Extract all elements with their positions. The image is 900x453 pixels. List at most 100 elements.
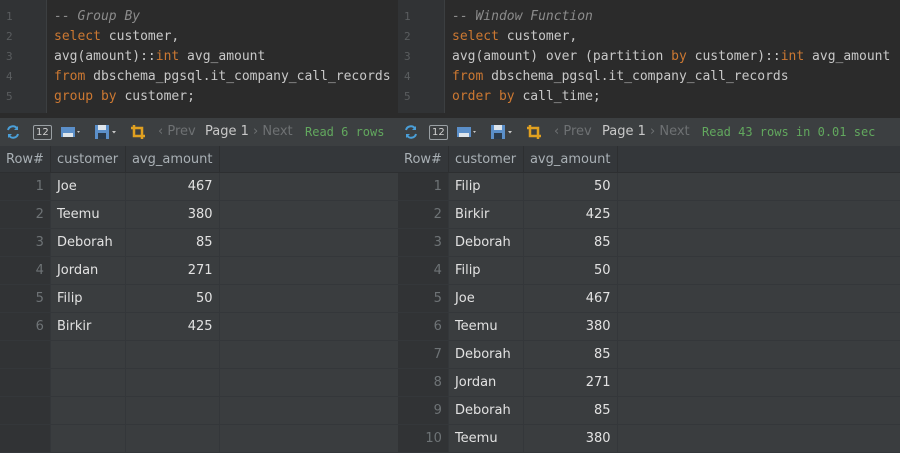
- page-indicator: Page 1: [205, 124, 249, 139]
- table-row[interactable]: 4 Jordan 271: [0, 256, 398, 285]
- code-text: select customer,: [54, 27, 179, 47]
- header-filler: [219, 146, 398, 173]
- table-row[interactable]: 5 Joe 467: [398, 284, 900, 313]
- result-grid[interactable]: Row# customer avg_amount 1 Filip 50 2 Birkir 42…: [398, 146, 900, 453]
- table-row[interactable]: 2 Teemu 380: [0, 200, 398, 229]
- rows-count-label: 12: [429, 125, 448, 140]
- table-row[interactable]: 5 Filip 50: [0, 284, 398, 313]
- avg-amount-cell[interactable]: 271: [125, 256, 220, 285]
- sql-editor[interactable]: 1 -- Window Function 2 select customer, 3 avg…: [398, 0, 900, 113]
- empty-cell: [0, 424, 51, 453]
- avg-amount-cell[interactable]: 85: [523, 396, 618, 425]
- refresh-icon[interactable]: [5, 118, 21, 146]
- empty-cell: [50, 424, 126, 453]
- sql-editor[interactable]: 1 -- Group By 2 select customer, 3 avg(amount…: [0, 0, 398, 113]
- prev-button[interactable]: ‹ Prev: [554, 118, 592, 146]
- line-number: 2: [6, 30, 13, 43]
- table-row[interactable]: 8 Jordan 271: [398, 368, 900, 397]
- next-button[interactable]: › Next: [253, 118, 293, 146]
- column-header-row-[interactable]: Row#: [398, 146, 449, 173]
- sql-token: call_time;: [514, 89, 601, 104]
- table-row[interactable]: 4 Filip 50: [398, 256, 900, 285]
- avg-amount-cell[interactable]: 425: [523, 200, 618, 229]
- customer-cell[interactable]: Joe: [50, 172, 126, 201]
- customer-cell[interactable]: Deborah: [50, 228, 126, 257]
- column-header-avg-amount[interactable]: avg_amount: [523, 146, 618, 173]
- prev-label: Prev: [563, 124, 592, 139]
- result-grid[interactable]: Row# customer avg_amount 1 Joe 467 2 Teemu 380 3…: [0, 146, 398, 453]
- customer-cell[interactable]: Deborah: [448, 396, 524, 425]
- customer-cell[interactable]: Teemu: [448, 424, 524, 453]
- refresh-icon[interactable]: [403, 118, 419, 146]
- crop-icon[interactable]: [130, 118, 148, 146]
- table-row[interactable]: 10 Teemu 380: [398, 424, 900, 453]
- avg-amount-cell[interactable]: 380: [523, 424, 618, 453]
- row-number: 1: [0, 172, 51, 201]
- table-row[interactable]: 3 Deborah 85: [0, 228, 398, 257]
- avg-amount-cell[interactable]: 50: [125, 284, 220, 313]
- sql-token: dbschema_pgsql.it_company_call_records: [85, 69, 391, 84]
- code-line: 2 select customer,: [398, 27, 900, 47]
- row-number: 9: [398, 396, 449, 425]
- avg-amount-cell[interactable]: 271: [523, 368, 618, 397]
- row-number: 3: [398, 228, 449, 257]
- avg-amount-cell[interactable]: 85: [523, 228, 618, 257]
- customer-cell[interactable]: Jordan: [448, 368, 524, 397]
- avg-amount-cell[interactable]: 467: [125, 172, 220, 201]
- table-row[interactable]: 3 Deborah 85: [398, 228, 900, 257]
- result-toolbar: 12 ‹ Prev Page 1 › Next Read 43 rows in …: [398, 117, 900, 147]
- customer-cell[interactable]: Deborah: [448, 228, 524, 257]
- sql-token: dbschema_pgsql.it_company_call_records: [483, 69, 789, 84]
- next-button[interactable]: › Next: [650, 118, 690, 146]
- avg-amount-cell[interactable]: 50: [523, 256, 618, 285]
- column-header-customer[interactable]: customer: [50, 146, 126, 173]
- table-row[interactable]: 6 Birkir 425: [0, 312, 398, 341]
- table-row[interactable]: 9 Deborah 85: [398, 396, 900, 425]
- avg-amount-cell[interactable]: 85: [125, 228, 220, 257]
- customer-cell[interactable]: Teemu: [50, 200, 126, 229]
- row-filler: [219, 312, 398, 341]
- code-line: 1 -- Window Function: [398, 7, 900, 27]
- column-header-customer[interactable]: customer: [448, 146, 524, 173]
- rows-count-selector[interactable]: 12: [33, 118, 52, 146]
- customer-cell[interactable]: Teemu: [448, 312, 524, 341]
- avg-amount-cell[interactable]: 467: [523, 284, 618, 313]
- rows-count-selector[interactable]: 12: [429, 118, 448, 146]
- crop-icon[interactable]: [526, 118, 544, 146]
- customer-cell[interactable]: Jordan: [50, 256, 126, 285]
- customer-cell[interactable]: Birkir: [448, 200, 524, 229]
- line-number: 4: [6, 70, 13, 83]
- avg-amount-cell[interactable]: 85: [523, 340, 618, 369]
- table-row[interactable]: 6 Teemu 380: [398, 312, 900, 341]
- column-header-avg-amount[interactable]: avg_amount: [125, 146, 220, 173]
- customer-cell[interactable]: Filip: [448, 256, 524, 285]
- row-number: 6: [0, 312, 51, 341]
- export-icon[interactable]: [60, 118, 82, 146]
- table-row[interactable]: 2 Birkir 425: [398, 200, 900, 229]
- customer-cell[interactable]: Filip: [448, 172, 524, 201]
- line-number: 4: [404, 70, 411, 83]
- export-icon[interactable]: [456, 118, 478, 146]
- row-filler: [617, 368, 900, 397]
- column-header-row-[interactable]: Row#: [0, 146, 51, 173]
- save-icon[interactable]: [94, 118, 118, 146]
- avg-amount-cell[interactable]: 50: [523, 172, 618, 201]
- line-number: 2: [404, 30, 411, 43]
- next-label: Next: [262, 124, 293, 139]
- table-row[interactable]: 1 Filip 50: [398, 172, 900, 201]
- table-row[interactable]: 1 Joe 467: [0, 172, 398, 201]
- prev-button[interactable]: ‹ Prev: [158, 118, 196, 146]
- avg-amount-cell[interactable]: 380: [125, 200, 220, 229]
- customer-cell[interactable]: Joe: [448, 284, 524, 313]
- customer-cell[interactable]: Filip: [50, 284, 126, 313]
- avg-amount-cell[interactable]: 380: [523, 312, 618, 341]
- empty-cell: [219, 368, 398, 397]
- customer-cell[interactable]: Deborah: [448, 340, 524, 369]
- customer-cell[interactable]: Birkir: [50, 312, 126, 341]
- save-icon[interactable]: [490, 118, 514, 146]
- avg-amount-cell[interactable]: 425: [125, 312, 220, 341]
- row-number: 8: [398, 368, 449, 397]
- status-text: Read 6 rows: [305, 125, 385, 139]
- empty-row: [0, 396, 398, 425]
- table-row[interactable]: 7 Deborah 85: [398, 340, 900, 369]
